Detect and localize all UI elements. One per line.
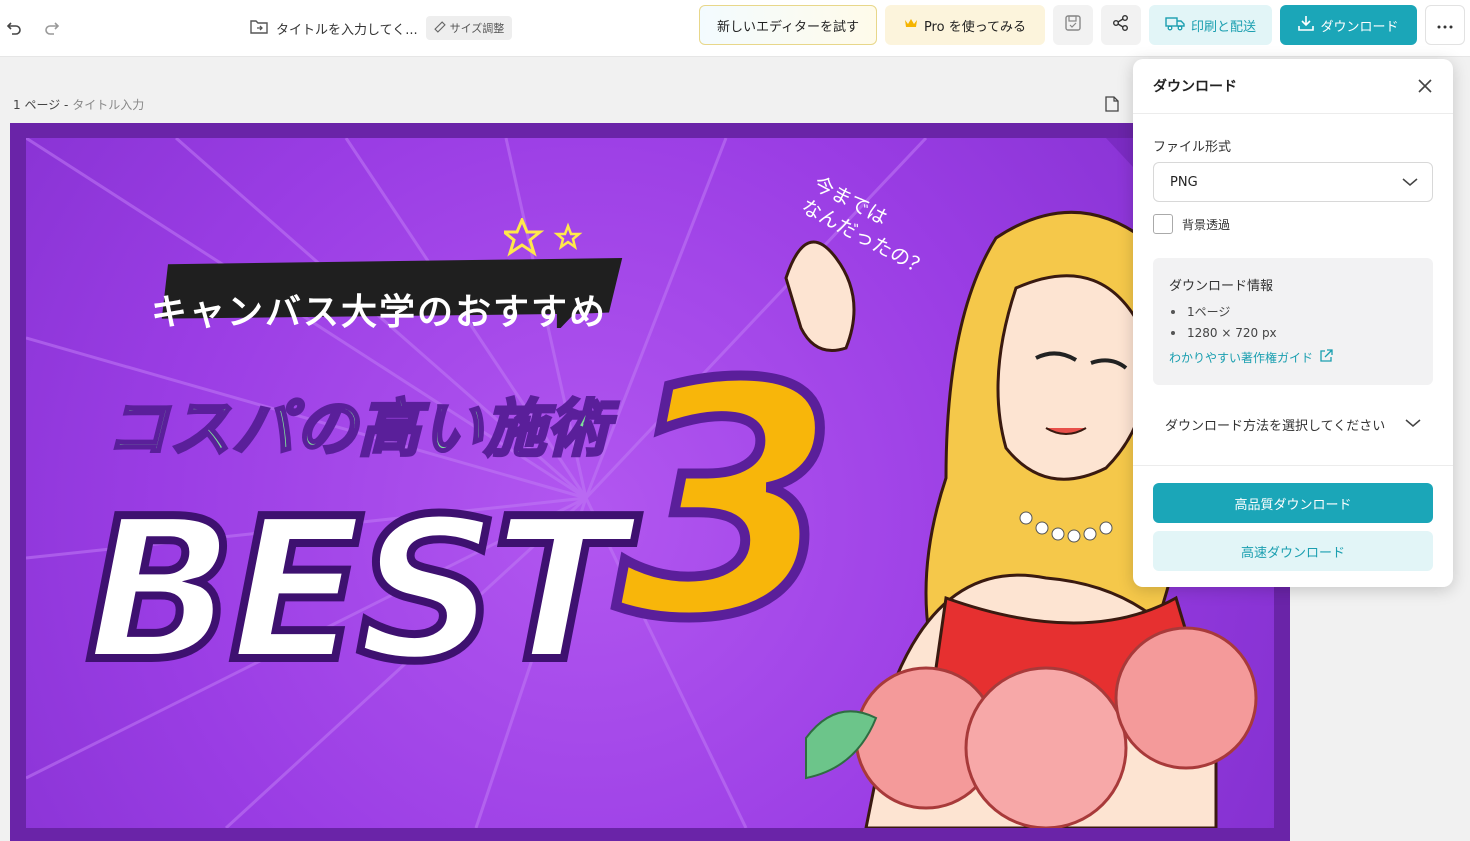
high-quality-download-button[interactable]: 高品質ダウンロード	[1153, 483, 1433, 523]
print-and-delivery-button[interactable]: 印刷と配送	[1149, 5, 1272, 45]
banner-text: キャンバス大学のおすすめ	[151, 292, 608, 333]
document-title[interactable]: タイトルを入力してく...	[276, 19, 418, 38]
try-pro-button[interactable]: Pro を使ってみる	[885, 5, 1045, 45]
transparent-background-option[interactable]: 背景透過	[1153, 214, 1230, 234]
copyright-guide-link[interactable]: わかりやすい著作権ガイド	[1169, 349, 1333, 366]
panel-header: ダウンロード	[1133, 59, 1453, 114]
chevron-down-icon	[1402, 176, 1418, 191]
page-label: 1 ページ - タイトル入力	[13, 98, 145, 112]
ruler-icon	[433, 20, 446, 36]
close-icon[interactable]	[1415, 76, 1435, 96]
folder-icon[interactable]	[250, 18, 268, 38]
divider	[1133, 465, 1453, 466]
resize-button[interactable]: サイズ調整	[425, 16, 513, 40]
pro-label: Pro を使ってみる	[923, 19, 1027, 35]
truck-icon	[1165, 15, 1185, 35]
try-new-editor-button[interactable]: 新しいエディターを試す	[699, 5, 877, 45]
file-format-label: ファイル形式	[1153, 140, 1232, 155]
star-doodle-icon	[504, 218, 583, 257]
ellipsis-icon	[1437, 18, 1453, 33]
save-icon	[1064, 14, 1082, 36]
page-title[interactable]: タイトル入力	[72, 98, 144, 112]
copyright-guide-label: わかりやすい著作権ガイド	[1169, 351, 1314, 365]
more-options-button[interactable]	[1425, 5, 1465, 45]
crown-icon	[904, 17, 918, 33]
share-icon	[1112, 14, 1130, 36]
download-label: ダウンロード	[1320, 19, 1399, 35]
file-format-value: PNG	[1170, 174, 1198, 190]
download-method-select[interactable]: ダウンロード方法を選択してください	[1153, 406, 1433, 442]
chevron-down-icon	[1405, 417, 1421, 432]
transparent-background-label: 背景透過	[1182, 217, 1231, 232]
print-label: 印刷と配送	[1190, 19, 1256, 35]
download-info-box: ダウンロード情報 1ページ 1280 × 720 px わかりやすい著作権ガイド	[1153, 258, 1433, 385]
design-canvas[interactable]: キャンバス大学のおすすめ コスパの高い施術 BEST 3 今までは なんだったの…	[10, 123, 1290, 841]
best-text: BEST	[82, 477, 630, 705]
save-button[interactable]	[1053, 5, 1093, 45]
page-number: 1 ページ	[13, 98, 61, 112]
headline-text: コスパの高い施術	[104, 391, 611, 467]
list-item: 1280 × 720 px	[1169, 322, 1277, 343]
design-background: キャンバス大学のおすすめ コスパの高い施術 BEST 3 今までは なんだったの…	[26, 138, 1274, 828]
download-icon	[1298, 15, 1315, 35]
share-button[interactable]	[1101, 5, 1141, 45]
list-item: 1ページ	[1169, 301, 1277, 322]
undo-icon[interactable]	[0, 14, 28, 42]
transparent-background-checkbox[interactable]	[1153, 214, 1173, 234]
file-format-select[interactable]: PNG	[1153, 162, 1433, 202]
page-notes-icon[interactable]	[1105, 96, 1119, 116]
download-info-list: 1ページ 1280 × 720 px	[1169, 301, 1277, 343]
panel-title: ダウンロード	[1153, 79, 1237, 95]
download-panel: ダウンロード ファイル形式 PNG 背景透過 ダウンロード情報 1ページ 128…	[1133, 59, 1453, 587]
title-area: タイトルを入力してく... サイズ調整	[250, 13, 513, 43]
external-link-icon	[1319, 349, 1333, 366]
download-button[interactable]: ダウンロード	[1280, 5, 1417, 45]
resize-label: サイズ調整	[449, 22, 505, 35]
download-info-title: ダウンロード情報	[1169, 279, 1274, 294]
redo-icon[interactable]	[38, 14, 66, 42]
download-method-label: ダウンロード方法を選択してください	[1165, 418, 1386, 434]
top-toolbar: タイトルを入力してく... サイズ調整 新しいエディターを試す Pro を使って…	[0, 0, 1470, 57]
fast-download-button[interactable]: 高速ダウンロード	[1153, 531, 1433, 571]
